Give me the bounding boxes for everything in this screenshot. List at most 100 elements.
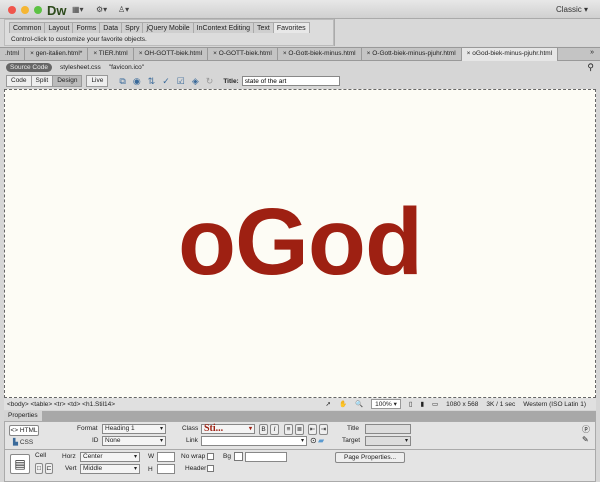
- quick-tag-editor-icon[interactable]: ✎: [582, 435, 589, 444]
- properties-panel: <> HTML ▙ CSS Format Heading 1 ID None C…: [4, 421, 596, 482]
- split-cell-icon[interactable]: ⊏: [45, 463, 53, 474]
- w3c-validation-icon[interactable]: ✓: [162, 76, 170, 87]
- document-tab[interactable]: × oGod-biek-minus-pjuhr.html: [461, 48, 559, 61]
- page-properties-button[interactable]: Page Properties...: [335, 452, 405, 463]
- vert-label: Vert: [65, 465, 77, 472]
- code-view-button[interactable]: Code: [6, 75, 32, 87]
- italic-button[interactable]: I: [270, 424, 279, 435]
- html-mode-button[interactable]: <> HTML: [9, 425, 39, 436]
- insert-tab[interactable]: InContext Editing: [192, 22, 254, 33]
- document-title-input[interactable]: [241, 76, 340, 86]
- help-icon[interactable]: ⓟ: [582, 424, 590, 435]
- bg-color-input[interactable]: [245, 452, 287, 462]
- title-field-label: Title: [347, 425, 360, 432]
- document-toolbar: Code Split Design Live ⧉ ◉ ⇅ ✓ ☑ ◈ ↻ Tit…: [0, 73, 600, 89]
- insert-tab[interactable]: Layout: [44, 22, 74, 33]
- gear-icon[interactable]: ⚙▾: [96, 5, 107, 14]
- user-icon[interactable]: ♙▾: [118, 5, 129, 14]
- height-input[interactable]: [157, 464, 175, 474]
- ordered-list-icon[interactable]: ≣: [295, 424, 304, 435]
- multiscreen-icon[interactable]: ⧉: [119, 76, 125, 87]
- height-label: H: [148, 466, 153, 473]
- unordered-list-icon[interactable]: ≡: [284, 424, 293, 435]
- visual-aids-icon[interactable]: ◈: [192, 76, 199, 87]
- page-heading[interactable]: oGod: [178, 188, 423, 297]
- select-tool-icon[interactable]: ➚: [326, 400, 331, 408]
- css-mode-button[interactable]: ▙ CSS: [13, 438, 33, 446]
- tablet-size-icon[interactable]: ▮: [420, 400, 424, 408]
- css-label: CSS: [19, 439, 34, 446]
- zoom-window-button[interactable]: [34, 6, 42, 14]
- cell-icon: ▤: [10, 454, 30, 474]
- outdent-icon[interactable]: ⇤: [308, 424, 317, 435]
- workspace-switcher[interactable]: Classic ▾: [556, 5, 588, 14]
- link-input[interactable]: [201, 436, 307, 446]
- vert-select[interactable]: Middle: [80, 464, 140, 474]
- properties-header: [4, 411, 596, 421]
- document-tab[interactable]: .html: [0, 48, 26, 61]
- hand-tool-icon[interactable]: ✋: [339, 400, 347, 408]
- design-view[interactable]: oGod: [4, 89, 596, 398]
- merge-cells-icon[interactable]: □: [35, 463, 43, 474]
- insert-tab[interactable]: Spry: [121, 22, 144, 33]
- point-to-file-icon[interactable]: ⊙: [310, 436, 317, 445]
- nowrap-label: No wrap: [181, 453, 206, 460]
- layout-icon[interactable]: ▦▾: [72, 5, 84, 14]
- insert-tab[interactable]: Data: [99, 22, 123, 33]
- width-label: W: [148, 453, 155, 460]
- document-tab-label: oGod-biek-minus-pjuhr.html: [472, 50, 553, 57]
- format-select[interactable]: Heading 1: [102, 424, 166, 434]
- close-window-button[interactable]: [8, 6, 16, 14]
- indent-icon[interactable]: ⇥: [319, 424, 328, 435]
- title-field[interactable]: [365, 424, 411, 434]
- mobile-size-icon[interactable]: ▯: [409, 400, 413, 408]
- desktop-size-icon[interactable]: ▭: [432, 400, 438, 408]
- file-management-icon[interactable]: ⇅: [148, 76, 156, 87]
- horz-select[interactable]: Center: [80, 452, 140, 462]
- insert-tab[interactable]: Text: [252, 22, 274, 33]
- window-size[interactable]: 1080 x 568: [446, 401, 478, 408]
- document-tab[interactable]: × O-Gott-biek-minus-pjuhr.html: [362, 48, 462, 61]
- tag-selector[interactable]: <body> <table> <tr> <td> <h1.Stil14>: [7, 401, 115, 408]
- related-file[interactable]: stylesheet.css: [60, 64, 101, 71]
- encoding: Western (ISO Latin 1): [523, 400, 586, 408]
- bg-color-swatch[interactable]: [234, 452, 243, 461]
- class-select[interactable]: Sti...: [201, 424, 255, 434]
- insert-panel: Common Layout Forms Data Spry jQuery Mobile In…: [4, 19, 334, 46]
- design-view-button[interactable]: Design: [52, 75, 83, 87]
- header-checkbox[interactable]: [207, 465, 214, 472]
- insert-tab[interactable]: Favorites: [272, 22, 310, 33]
- document-tab-label: OH-GOTT-biek.html: [144, 50, 203, 57]
- properties-tab[interactable]: Properties: [4, 411, 42, 421]
- filter-icon[interactable]: ⚲: [587, 62, 594, 73]
- title-bar: Dw ▦▾ ⚙▾ ♙▾ Classic ▾: [0, 0, 600, 19]
- document-tab[interactable]: × TIER.html: [88, 48, 134, 61]
- document-tabs: .html × gen-italien.html* × TIER.html × OH-…: [0, 47, 600, 61]
- related-file[interactable]: "favicon.ico": [109, 64, 144, 71]
- more-tabs-icon[interactable]: »: [590, 49, 594, 56]
- minimize-window-button[interactable]: [21, 6, 29, 14]
- browse-folder-icon[interactable]: ▰: [318, 436, 324, 445]
- document-tab[interactable]: × OH-GOTT-biek.html: [134, 48, 209, 61]
- refresh-icon[interactable]: ↻: [206, 76, 214, 87]
- split-view-button[interactable]: Split: [30, 75, 54, 87]
- insert-tab[interactable]: Forms: [72, 22, 101, 33]
- document-tab[interactable]: × O-Gott-biek-minus.html: [278, 48, 362, 61]
- document-tab[interactable]: × gen-italien.html*: [25, 48, 89, 61]
- nowrap-checkbox[interactable]: [207, 453, 214, 460]
- check-browser-icon[interactable]: ☑: [177, 76, 185, 87]
- width-input[interactable]: [157, 452, 175, 462]
- insert-tab[interactable]: Common: [9, 22, 46, 33]
- target-select[interactable]: [365, 436, 411, 446]
- link-label: Link: [186, 437, 198, 444]
- zoom-select[interactable]: 100% ▾: [371, 399, 401, 409]
- id-select[interactable]: None: [102, 436, 166, 446]
- source-code-button[interactable]: Source Code: [6, 62, 52, 72]
- bold-button[interactable]: B: [259, 424, 268, 435]
- live-view-button[interactable]: Live: [86, 75, 109, 87]
- insert-tab[interactable]: jQuery Mobile: [142, 22, 194, 33]
- insert-hint: Control-click to customize your favorite…: [11, 36, 147, 43]
- document-tab[interactable]: × O-GOTT-biek.html: [208, 48, 278, 61]
- preview-browser-icon[interactable]: ◉: [133, 76, 141, 87]
- zoom-tool-icon[interactable]: 🔍: [355, 400, 363, 408]
